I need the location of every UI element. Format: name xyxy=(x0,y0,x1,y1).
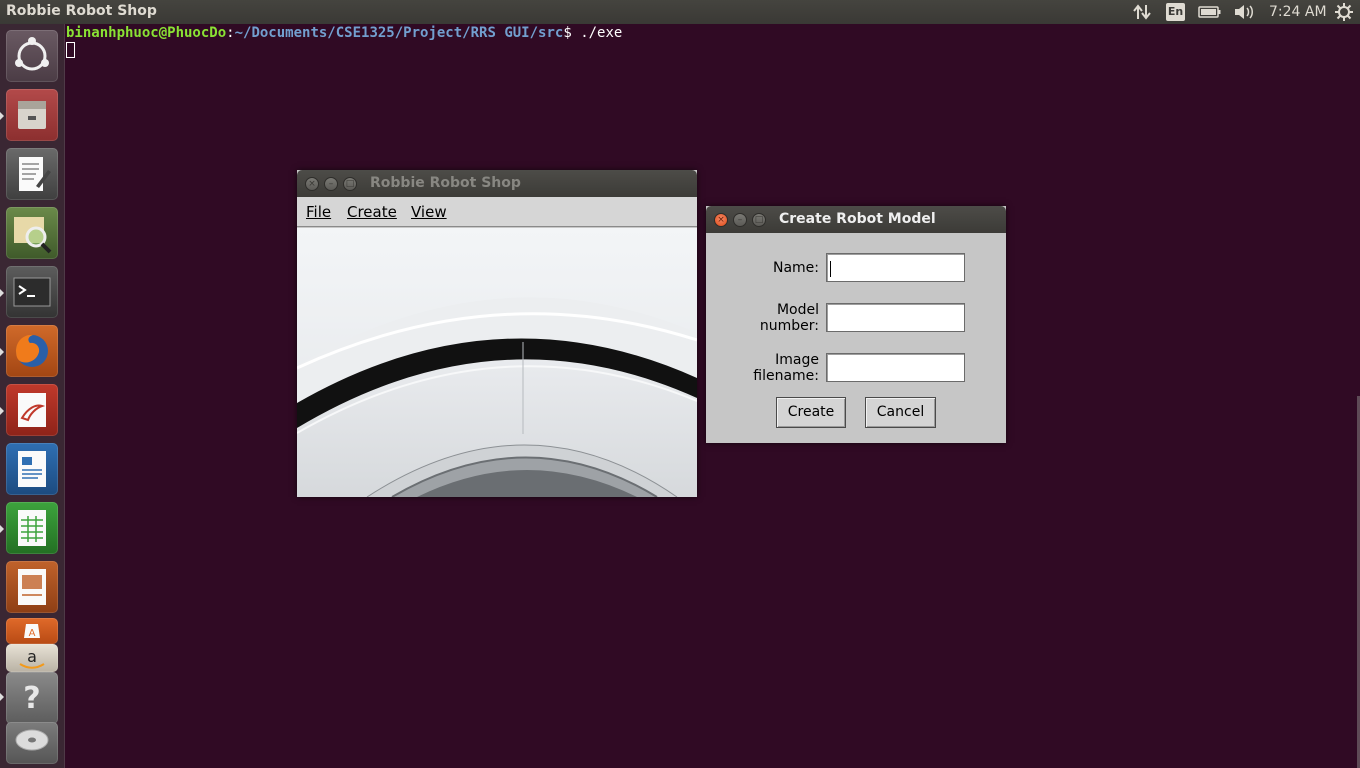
close-icon: × xyxy=(717,215,725,225)
main-window-title: Robbie Robot Shop xyxy=(370,175,521,191)
terminal-path: ~/Documents/CSE1325/Project/RRS GUI/src xyxy=(234,25,564,41)
create-robot-model-dialog: × – □ Create Robot Model Name: Model num… xyxy=(706,206,1006,443)
svg-text:A: A xyxy=(29,628,36,639)
text-caret xyxy=(830,261,831,277)
amazon-icon[interactable]: a xyxy=(6,644,58,672)
dialog-minimize-button[interactable]: – xyxy=(733,213,747,227)
name-field[interactable] xyxy=(826,253,965,282)
robot-image xyxy=(297,228,697,497)
libreoffice-calc-icon[interactable] xyxy=(6,502,58,554)
keyboard-language-indicator[interactable]: En xyxy=(1166,3,1185,21)
clock[interactable]: 7:24 AM xyxy=(1269,4,1327,20)
terminal-user-host: binanhphuoc@PhuocDo xyxy=(66,25,227,41)
battery-icon[interactable] xyxy=(1197,0,1223,24)
image-label-line1: Image xyxy=(775,352,819,368)
main-window: × – □ Robbie Robot Shop File Create View xyxy=(297,170,697,497)
launcher: A a ? xyxy=(0,24,65,768)
terminal-separator: : xyxy=(226,25,235,41)
minimize-icon: – xyxy=(328,179,334,189)
model-number-field[interactable] xyxy=(826,303,965,332)
cancel-button[interactable]: Cancel xyxy=(865,397,936,428)
text-editor-icon[interactable] xyxy=(6,148,58,200)
model-label-line2: number: xyxy=(759,318,819,334)
model-number-label: Model number: xyxy=(736,302,819,334)
help-icon[interactable]: ? xyxy=(6,672,58,724)
files-icon[interactable] xyxy=(6,89,58,141)
dialog-close-button[interactable]: × xyxy=(714,213,728,227)
menubar: File Create View xyxy=(297,197,697,227)
menu-view[interactable]: View xyxy=(411,203,447,221)
active-app-title: Robbie Robot Shop xyxy=(6,3,157,19)
main-window-titlebar[interactable]: × – □ Robbie Robot Shop xyxy=(297,170,697,197)
name-label: Name: xyxy=(772,260,819,276)
network-arrows-icon[interactable] xyxy=(1131,0,1153,24)
dialog-titlebar[interactable]: × – □ Create Robot Model xyxy=(706,206,1006,233)
terminal-cursor xyxy=(66,42,75,58)
dialog-title: Create Robot Model xyxy=(779,211,936,227)
svg-text:?: ? xyxy=(23,681,40,716)
dialog-maximize-button[interactable]: □ xyxy=(752,213,766,227)
maximize-button[interactable]: □ xyxy=(343,177,357,191)
top-panel: Robbie Robot Shop En 7:24 AM xyxy=(0,0,1360,24)
maximize-icon: □ xyxy=(345,179,355,189)
image-viewer-icon[interactable] xyxy=(6,207,58,259)
model-label-line1: Model xyxy=(776,302,819,318)
svg-text:a: a xyxy=(27,647,37,666)
volume-icon[interactable] xyxy=(1232,0,1256,24)
menu-create[interactable]: Create xyxy=(347,203,397,221)
document-viewer-icon[interactable] xyxy=(6,384,58,436)
image-filename-label: Image filename: xyxy=(736,352,819,384)
minimize-button[interactable]: – xyxy=(324,177,338,191)
software-center-icon[interactable]: A xyxy=(6,618,58,644)
image-label-line2: filename: xyxy=(753,368,819,384)
settings-gear-icon[interactable] xyxy=(1334,0,1354,24)
menu-file[interactable]: File xyxy=(306,203,331,221)
firefox-icon[interactable] xyxy=(6,325,58,377)
terminal-prompt-symbol: $ xyxy=(563,25,572,41)
image-filename-field[interactable] xyxy=(826,353,965,382)
ubuntu-dash-icon[interactable] xyxy=(6,30,58,82)
terminal-command: ./exe xyxy=(571,25,623,41)
minimize-icon: – xyxy=(737,215,743,225)
terminal-icon[interactable] xyxy=(6,266,58,318)
dvd-icon[interactable] xyxy=(6,722,58,764)
maximize-icon: □ xyxy=(754,215,764,225)
create-button[interactable]: Create xyxy=(776,397,846,428)
close-button[interactable]: × xyxy=(305,177,319,191)
close-icon: × xyxy=(308,179,316,189)
terminal-prompt-line: binanhphuoc@PhuocDo:~/Documents/CSE1325/… xyxy=(66,25,622,41)
libreoffice-writer-icon[interactable] xyxy=(6,443,58,495)
libreoffice-impress-icon[interactable] xyxy=(6,561,58,613)
